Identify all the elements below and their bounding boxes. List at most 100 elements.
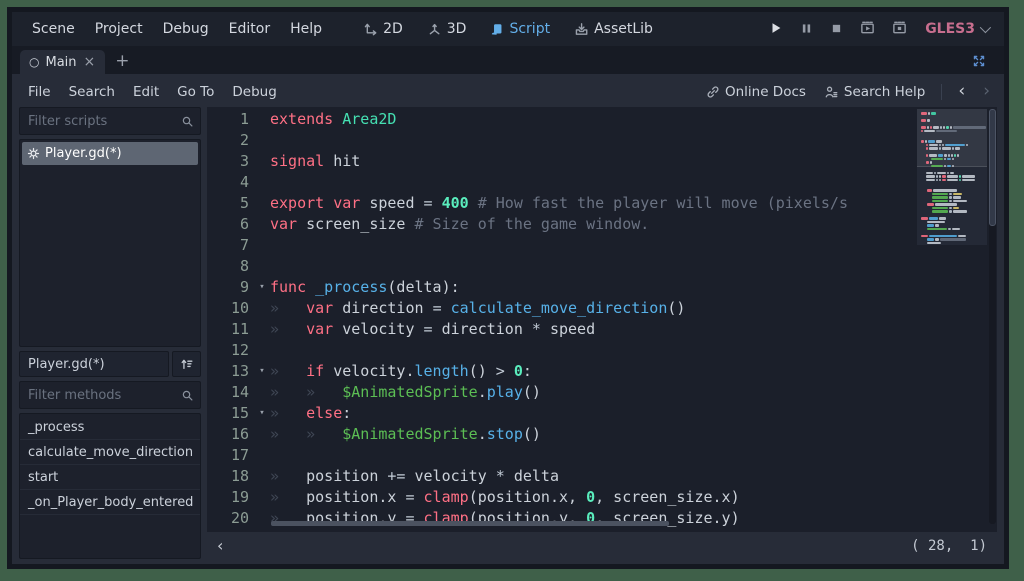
- pause-button[interactable]: [795, 17, 818, 42]
- line-number: 8: [207, 256, 254, 277]
- scriptmenu-go-to[interactable]: Go To: [168, 80, 223, 104]
- fold-arrow-icon[interactable]: ▾: [254, 277, 270, 298]
- code-text: export var speed = 400 # How fast the pl…: [270, 193, 848, 214]
- add-scene-tab-button[interactable]: +: [105, 51, 139, 74]
- minimap-segment: [952, 158, 954, 161]
- method-item-_on_Player_body_entered[interactable]: _on_Player_body_entered: [20, 490, 200, 515]
- line-number: 15: [207, 403, 254, 424]
- line-number: 16: [207, 424, 254, 445]
- script-list-item[interactable]: Player.gd(*): [22, 142, 198, 165]
- code-line[interactable]: 11» var velocity = direction * speed: [207, 319, 997, 340]
- code-line[interactable]: 12: [207, 340, 997, 361]
- menu-editor[interactable]: Editor: [219, 17, 280, 41]
- line-number: 1: [207, 109, 254, 130]
- play-icon: [769, 21, 783, 35]
- code-line[interactable]: 8: [207, 256, 997, 277]
- members-header: Player.gd(*): [19, 351, 201, 377]
- fold-arrow-icon[interactable]: ▾: [254, 403, 270, 424]
- fold-arrow-icon[interactable]: ▾: [254, 361, 270, 382]
- play-button[interactable]: [764, 17, 788, 42]
- code-line[interactable]: 18» position += velocity * delta: [207, 466, 997, 487]
- scriptmenu-file[interactable]: File: [19, 80, 60, 104]
- code-line[interactable]: 19» position.x = clamp(position.x, 0, sc…: [207, 487, 997, 508]
- code-line[interactable]: 17: [207, 445, 997, 466]
- menu-scene[interactable]: Scene: [22, 17, 85, 41]
- method-item-calculate_move_direction[interactable]: calculate_move_direction: [20, 440, 200, 465]
- code-line[interactable]: 16» » $AnimatedSprite.stop(): [207, 424, 997, 445]
- scriptmenu-debug[interactable]: Debug: [223, 80, 285, 104]
- minimap-segment: [953, 196, 961, 199]
- minimap-segment: [962, 179, 975, 182]
- fold-gutter: [254, 508, 270, 529]
- code-line[interactable]: 5export var speed = 400 # How fast the p…: [207, 193, 997, 214]
- distraction-free-button[interactable]: [968, 50, 996, 74]
- scriptmenu-edit[interactable]: Edit: [124, 80, 168, 104]
- code-line[interactable]: 21: [207, 529, 997, 532]
- renderer-label: GLES3: [925, 21, 975, 37]
- code-line[interactable]: 13▾» if velocity.length() > 0:: [207, 361, 997, 382]
- history-back-button[interactable]: ‹: [951, 83, 972, 100]
- line-column-indicator: ( 28, 1): [911, 538, 997, 554]
- toggle-scripts-panel-button[interactable]: ‹: [207, 538, 233, 554]
- play-scene-button[interactable]: [855, 17, 880, 42]
- code-line[interactable]: 10» var direction = calculate_move_direc…: [207, 298, 997, 319]
- line-number: 12: [207, 340, 254, 361]
- history-forward-button[interactable]: ›: [976, 83, 997, 100]
- scriptmenu-search[interactable]: Search: [60, 80, 124, 104]
- filter-methods-input[interactable]: [26, 387, 177, 404]
- workspace-assetlib[interactable]: AssetLib: [566, 17, 661, 41]
- play-custom-scene-button[interactable]: [887, 17, 912, 42]
- scene-tab-main[interactable]: ○ Main ×: [20, 50, 105, 74]
- vertical-scrollbar[interactable]: [989, 109, 996, 524]
- code-line[interactable]: 14» » $AnimatedSprite.play(): [207, 382, 997, 403]
- minimap-segment: [936, 140, 943, 143]
- online-docs-button[interactable]: Online Docs: [699, 80, 813, 104]
- fold-gutter: [254, 466, 270, 487]
- minimap-segment: [932, 193, 948, 196]
- workspace-script[interactable]: Script: [482, 17, 558, 41]
- method-item-_process[interactable]: _process: [20, 415, 200, 440]
- minimap-row: [921, 242, 985, 245]
- method-item-start[interactable]: start: [20, 465, 200, 490]
- fold-gutter: [254, 529, 270, 532]
- code-line[interactable]: 3signal hit: [207, 151, 997, 172]
- code-editor[interactable]: 1extends Area2D23signal hit45export var …: [207, 107, 997, 532]
- workspace-3d[interactable]: 3D: [419, 17, 475, 41]
- code-line[interactable]: 1extends Area2D: [207, 109, 997, 130]
- code-line[interactable]: 9▾func _process(delta):: [207, 277, 997, 298]
- sort-icon: [180, 357, 194, 371]
- minimap-row: [921, 179, 985, 182]
- code-line[interactable]: 2: [207, 130, 997, 151]
- close-icon[interactable]: ×: [83, 55, 97, 69]
- minimap-segment: [927, 189, 932, 192]
- code-line[interactable]: 15▾» else:: [207, 403, 997, 424]
- fold-gutter: [254, 214, 270, 235]
- search-icon: [181, 115, 194, 128]
- line-number: 21: [207, 529, 254, 532]
- code-line[interactable]: 6var screen_size # Size of the game wind…: [207, 214, 997, 235]
- minimap-segment: [953, 200, 967, 203]
- search-help-button[interactable]: Search Help: [817, 80, 932, 104]
- filter-scripts-input[interactable]: [26, 113, 177, 130]
- minimap-segment: [947, 179, 958, 182]
- minimap-segment: [959, 179, 961, 182]
- code-text: » var direction = calculate_move_directi…: [270, 298, 685, 319]
- minimap-row: [921, 186, 985, 189]
- minimap-segment: [950, 126, 952, 129]
- scene-circle-icon: ○: [29, 56, 39, 68]
- menu-help[interactable]: Help: [280, 17, 332, 41]
- minimap-segment: [953, 193, 962, 196]
- menu-project[interactable]: Project: [85, 17, 153, 41]
- horizontal-scrollbar-grabber[interactable]: [271, 521, 669, 526]
- code-line[interactable]: 4: [207, 172, 997, 193]
- stop-button[interactable]: [825, 17, 848, 42]
- vertical-scrollbar-grabber[interactable]: [989, 109, 996, 226]
- code-minimap[interactable]: [917, 109, 987, 245]
- menu-debug[interactable]: Debug: [153, 17, 219, 41]
- renderer-dropdown[interactable]: GLES3: [919, 19, 994, 39]
- sort-methods-button[interactable]: [172, 351, 201, 377]
- workspace-2d[interactable]: 2D: [355, 17, 411, 41]
- minimap-segment: [929, 147, 937, 150]
- minimap-row: [921, 231, 985, 234]
- code-line[interactable]: 7: [207, 235, 997, 256]
